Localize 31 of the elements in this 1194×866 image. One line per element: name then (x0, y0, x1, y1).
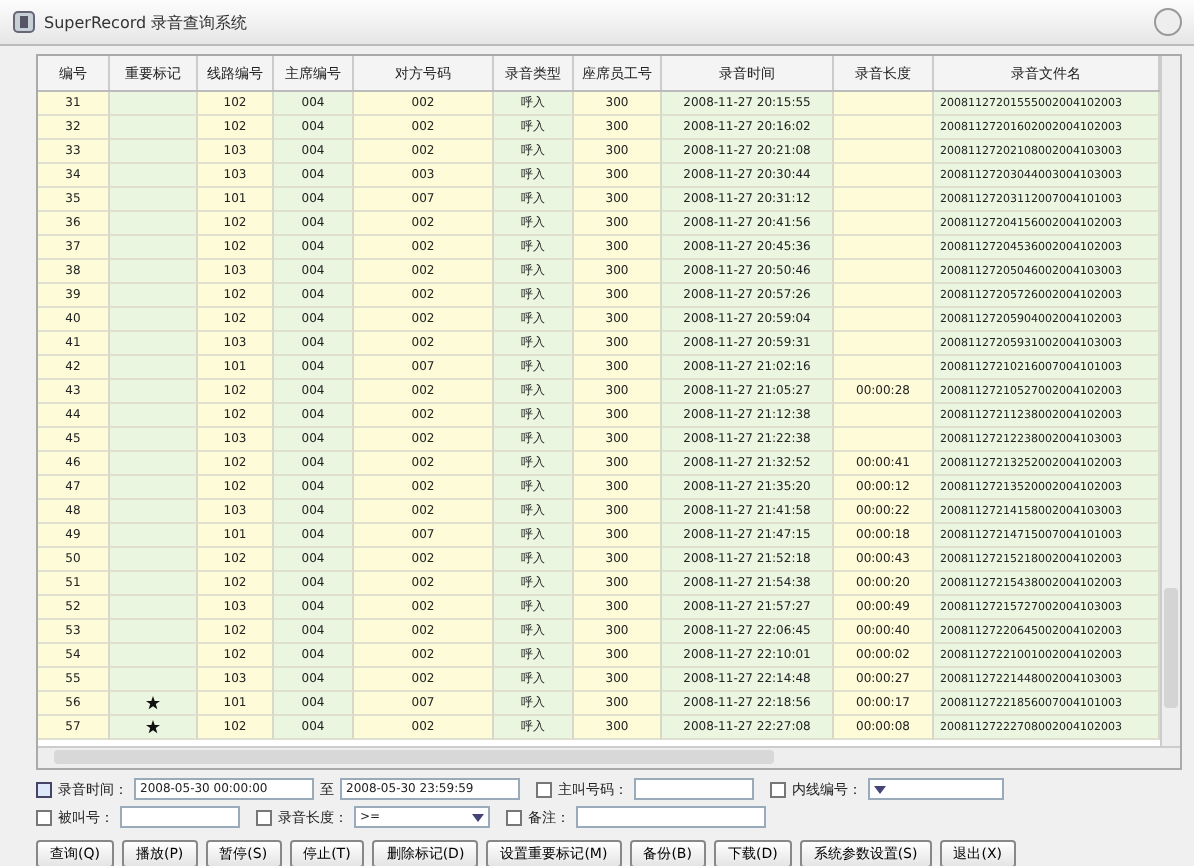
checkbox[interactable] (36, 781, 52, 797)
table-cell (834, 428, 934, 452)
close-button[interactable] (1154, 8, 1182, 36)
checkbox[interactable] (506, 809, 522, 825)
app-icon (12, 10, 36, 34)
table-cell (834, 212, 934, 236)
input-field[interactable] (634, 778, 754, 800)
checkbox[interactable] (770, 781, 786, 797)
table-cell (834, 404, 934, 428)
checkbox[interactable] (536, 781, 552, 797)
input-field[interactable] (120, 806, 240, 828)
table-cell (834, 332, 934, 356)
horizontal-scrollbar[interactable] (38, 746, 1180, 768)
table-cell (834, 356, 934, 380)
table-cell (834, 164, 934, 188)
chevron-icon (472, 813, 484, 821)
dropdown[interactable] (868, 778, 1004, 800)
table-cell (834, 116, 934, 140)
table-cell (834, 92, 934, 116)
checkbox[interactable] (256, 809, 272, 825)
vertical-scrollbar[interactable] (1160, 56, 1180, 748)
table-cell (834, 308, 934, 332)
window-title: SuperRecord 录音查询系统 (44, 11, 248, 33)
table-cell (834, 236, 934, 260)
table-cell (834, 140, 934, 164)
checkbox[interactable] (36, 809, 52, 825)
chevron-icon (874, 785, 886, 793)
table-cell (834, 260, 934, 284)
input-field[interactable] (576, 806, 766, 828)
table-cell (834, 188, 934, 212)
table-cell (834, 284, 934, 308)
